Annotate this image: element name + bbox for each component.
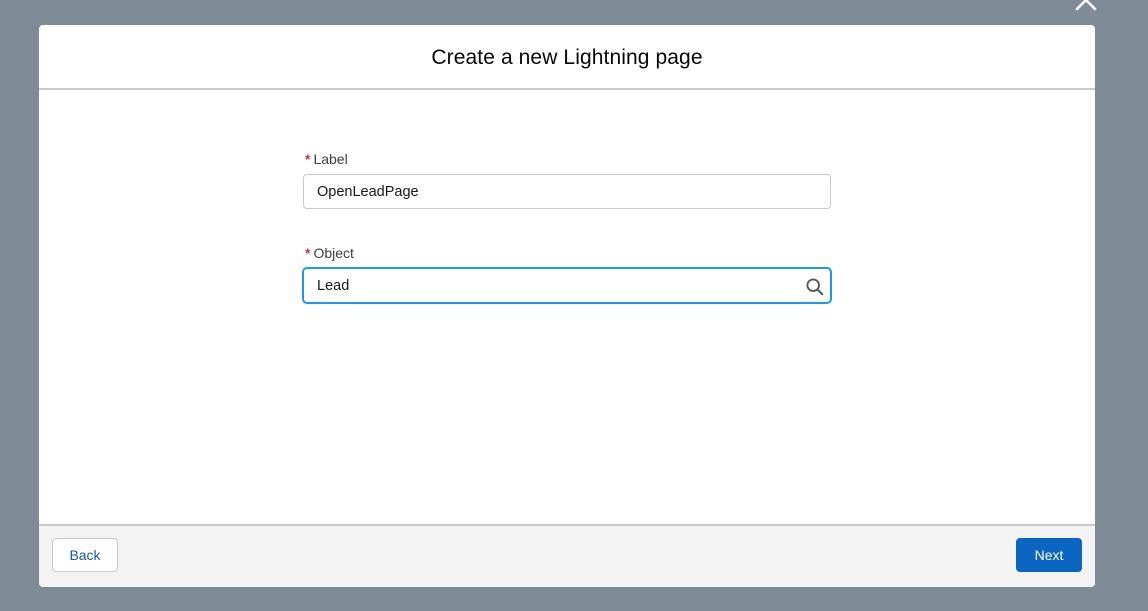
modal-title: Create a new Lightning page xyxy=(431,45,703,69)
object-input-wrapper xyxy=(303,268,831,303)
next-button[interactable]: Next xyxy=(1016,538,1082,572)
back-button[interactable]: Back xyxy=(52,538,118,572)
modal-footer: Back Next xyxy=(39,524,1095,587)
object-search-input[interactable] xyxy=(304,269,797,302)
label-field-label-text: Label xyxy=(313,151,348,167)
modal-body: *Label *Object xyxy=(39,90,1095,524)
new-lightning-page-modal: Create a new Lightning page *Label *Obje… xyxy=(39,25,1095,587)
object-field-label-text: Object xyxy=(313,245,354,261)
required-marker: * xyxy=(305,151,311,167)
label-input[interactable] xyxy=(304,175,797,208)
label-field-label: * Label xyxy=(303,150,831,168)
label-form-field: * Label xyxy=(303,150,831,209)
object-field-label: * Object xyxy=(303,244,831,262)
label-input-wrapper xyxy=(303,174,831,209)
required-marker: * xyxy=(305,245,311,261)
object-form-field: * Object xyxy=(303,244,831,303)
search-icon xyxy=(805,277,825,297)
close-icon[interactable] xyxy=(1072,0,1100,14)
modal-header: Create a new Lightning page xyxy=(39,25,1095,90)
